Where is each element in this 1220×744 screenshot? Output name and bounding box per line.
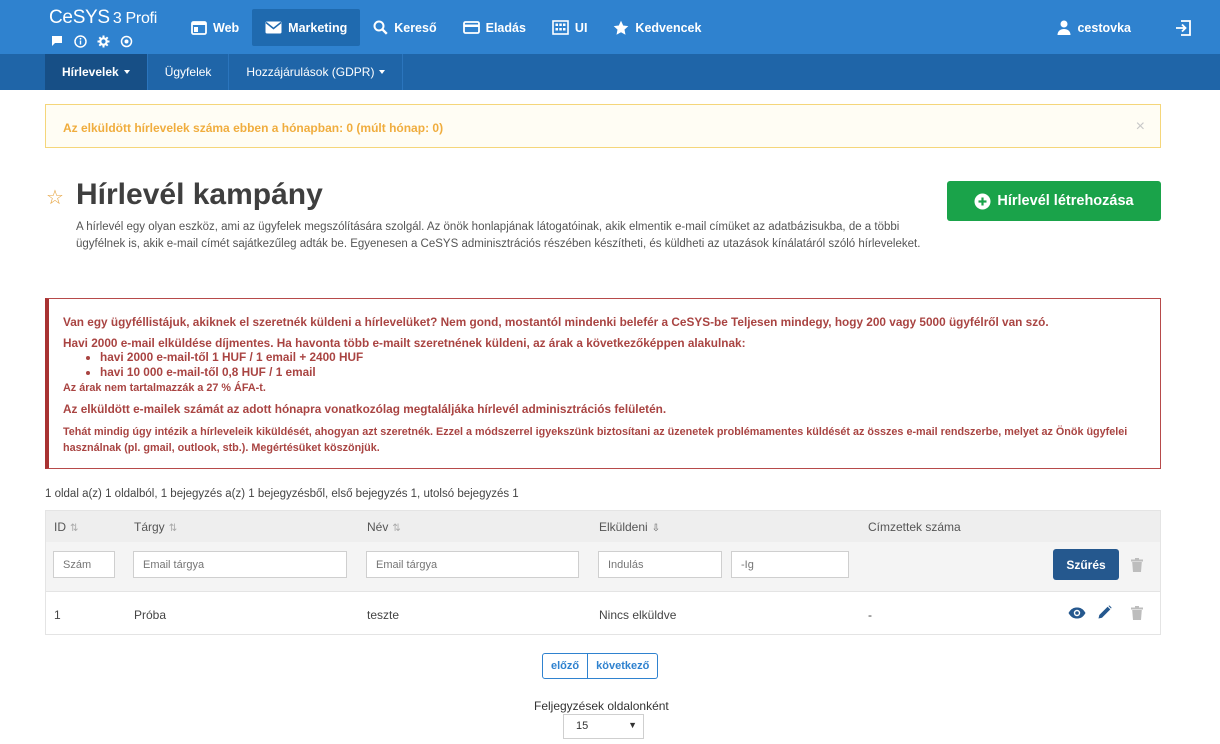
envelope-icon: [265, 21, 282, 34]
column-header-name[interactable]: Név ⇅: [367, 520, 401, 534]
top-navbar: CeSYS 3 Profi Web Marketing Kereső Eladá…: [0, 0, 1220, 54]
close-icon[interactable]: ×: [1136, 118, 1145, 136]
subnav-item-gdpr[interactable]: Hozzájárulások (GDPR): [229, 54, 404, 90]
pager-info: 1 oldal a(z) 1 oldalból, 1 bejegyzés a(z…: [45, 488, 519, 500]
dropdown-arrow-icon: ▼: [628, 720, 637, 730]
price-item: havi 10 000 e-mail-től 0,8 HUF / 1 email: [100, 365, 1146, 380]
delete-trash-icon[interactable]: [1131, 606, 1143, 620]
caret-down-icon: [379, 70, 386, 74]
gear-icon[interactable]: [95, 33, 111, 49]
nav-item-kedvencek[interactable]: Kedvencek: [600, 9, 714, 46]
per-page-label: Feljegyzések oldalonként: [534, 699, 669, 713]
user-icon: [1057, 20, 1071, 35]
date-from-input[interactable]: [598, 551, 722, 578]
caret-down-icon: [123, 70, 130, 74]
newsletter-table: ID ⇅ Tárgy ⇅ Név ⇅ Elküldeni ⇩ Címzettek szá…: [45, 510, 1161, 635]
edit-pencil-icon[interactable]: [1098, 605, 1112, 619]
prev-page-button[interactable]: előző: [542, 653, 589, 679]
vat-note: Az árak nem tartalmazzák a 27 % ÁFA-t.: [63, 382, 266, 394]
brand[interactable]: CeSYS 3 Profi: [49, 7, 157, 48]
subnav-item-hirlevelek[interactable]: Hírlevelek: [45, 54, 148, 90]
target-icon[interactable]: [118, 33, 134, 49]
table-row: 1 Próba teszte Nincs elküldve -: [46, 593, 1160, 635]
nav-item-marketing[interactable]: Marketing: [252, 9, 361, 46]
page-description: A hírlevél egy olyan eszköz, ami az ügyf…: [76, 221, 921, 250]
logout-icon: [1176, 19, 1191, 36]
alert-text: Az elküldött hírlevelek száma ebben a hó…: [63, 121, 444, 135]
column-header-recipients: Címzettek száma: [868, 520, 961, 534]
pricing-info-alert: Van egy ügyféllistájuk, akiknek el szere…: [45, 298, 1161, 469]
clear-filter-trash-icon[interactable]: [1131, 558, 1143, 572]
nav-item-kereso[interactable]: Kereső: [360, 9, 449, 46]
nav-item-ui[interactable]: UI: [539, 9, 601, 46]
browser-window-icon: [191, 20, 207, 35]
next-page-button[interactable]: következő: [588, 653, 659, 679]
name-filter-input[interactable]: [366, 551, 579, 578]
brand-logo[interactable]: CeSYS 3 Profi: [49, 7, 157, 29]
filter-row: Szűrés: [46, 542, 1160, 592]
column-header-send[interactable]: Elküldeni ⇩: [599, 520, 660, 534]
info-line: Havi 2000 e-mail elküldése díjmentes. Ha…: [63, 336, 746, 350]
info-icon[interactable]: [72, 33, 88, 49]
sort-icon: ⇅: [70, 523, 79, 534]
star-icon: [614, 20, 629, 35]
subject-filter-input[interactable]: [133, 551, 347, 578]
sub-nav: Hírlevelek Ügyfelek Hozzájárulások (GDPR…: [45, 54, 404, 90]
brand-icons: [49, 33, 134, 49]
cell-id: 1: [54, 608, 61, 622]
view-eye-icon[interactable]: [1068, 607, 1086, 619]
nav-item-eladas[interactable]: Eladás: [450, 9, 539, 46]
newsletter-count-alert: Az elküldött hírlevelek száma ebben a hó…: [45, 104, 1161, 148]
cell-subject: Próba: [134, 608, 167, 622]
building-icon: [552, 20, 569, 35]
id-filter-input[interactable]: [53, 551, 115, 578]
info-line: Tehát mindig úgy intézik a hírleveleik k…: [63, 426, 1128, 454]
logout-button[interactable]: [1153, 9, 1220, 46]
create-newsletter-button[interactable]: Hírlevél létrehozása: [947, 181, 1161, 221]
main-nav: Web Marketing Kereső Eladás UI Kedvencek: [178, 9, 714, 46]
column-header-id[interactable]: ID ⇅: [54, 520, 78, 534]
nav-item-web[interactable]: Web: [178, 9, 252, 46]
sub-navbar: Hírlevelek Ügyfelek Hozzájárulások (GDPR…: [0, 54, 1220, 90]
per-page-select[interactable]: 15 ▼: [563, 714, 644, 739]
credit-card-icon: [462, 21, 480, 34]
filter-button[interactable]: Szűrés: [1053, 549, 1119, 580]
plus-circle-icon: [974, 193, 991, 209]
sort-desc-icon: ⇩: [651, 523, 661, 534]
price-list: havi 2000 e-mail-től 1 HUF / 1 email + 2…: [100, 350, 1146, 380]
cell-send-status: Nincs elküldve: [599, 608, 677, 622]
table-header: ID ⇅ Tárgy ⇅ Név ⇅ Elküldeni ⇩ Címzettek szá…: [46, 511, 1160, 542]
date-to-input[interactable]: [731, 551, 849, 578]
user-nav: cestovka: [1035, 9, 1220, 46]
user-menu[interactable]: cestovka: [1035, 9, 1153, 46]
subnav-item-ugyfelek[interactable]: Ügyfelek: [148, 54, 230, 90]
sort-icon: ⇅: [392, 523, 401, 534]
chat-icon[interactable]: [49, 33, 65, 49]
sort-icon: ⇅: [168, 523, 178, 534]
info-line: Van egy ügyféllistájuk, akiknek el szere…: [63, 315, 1049, 329]
pagination: előző következő: [542, 653, 659, 679]
price-item: havi 2000 e-mail-től 1 HUF / 1 email + 2…: [100, 350, 1146, 365]
search-icon: [373, 20, 388, 35]
column-header-subject[interactable]: Tárgy ⇅: [134, 520, 177, 534]
page-title: Hírlevél kampány: [76, 178, 323, 211]
cell-recipients: -: [868, 608, 872, 622]
favorite-star-icon[interactable]: ☆: [46, 185, 64, 210]
info-line: Az elküldött e-mailek számát az adott hó…: [63, 402, 667, 416]
cell-name: teszte: [367, 608, 400, 622]
